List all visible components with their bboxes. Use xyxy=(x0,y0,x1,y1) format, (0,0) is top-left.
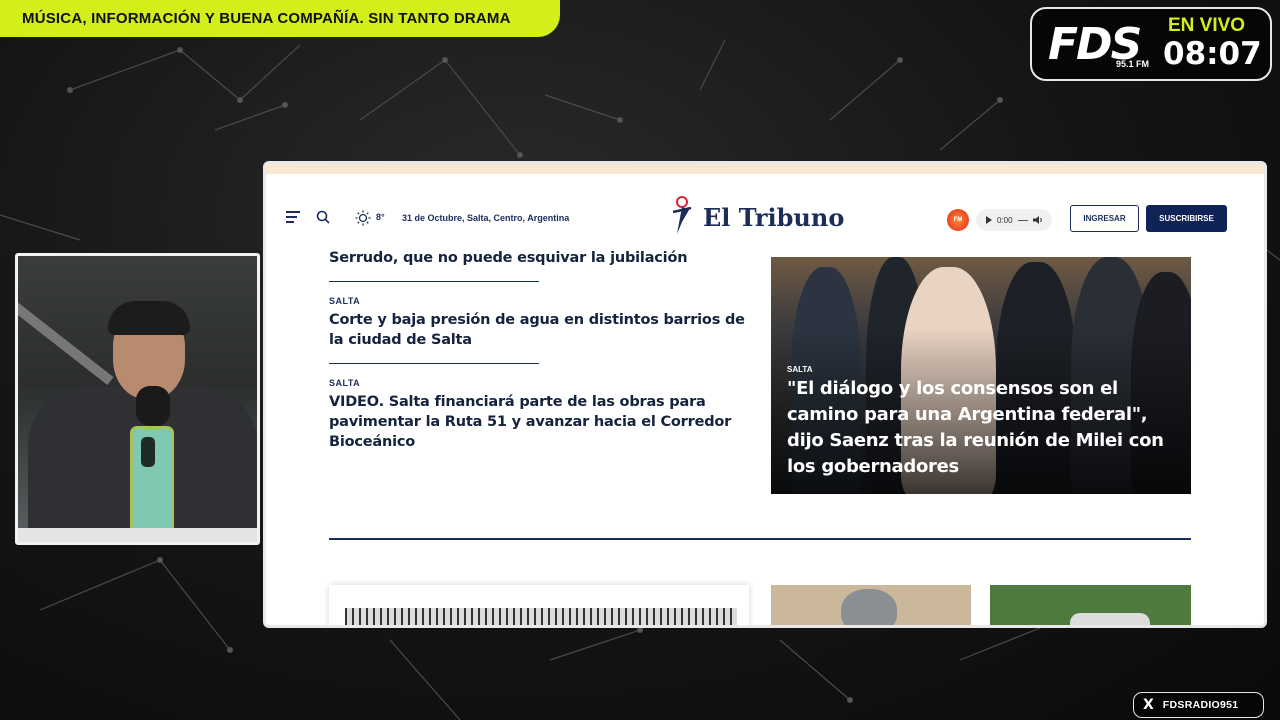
phone xyxy=(130,426,174,542)
article-title[interactable]: VIDEO. Salta financiará parte de las obr… xyxy=(329,392,754,452)
section-divider xyxy=(329,538,1191,540)
browser-screen: 8° 31 de Octubre, Salta, Centro, Argenti… xyxy=(263,161,1267,628)
player-time: 0:00 xyxy=(997,215,1013,225)
news-card[interactable] xyxy=(329,585,749,625)
station-logo-box: FDS 95.1 FM EN VIVO 08:07 xyxy=(1030,7,1272,81)
thumbnail-person xyxy=(841,589,897,625)
featured-article[interactable]: SALTA "El diálogo y los consensos son el… xyxy=(771,257,1191,494)
article-list: Serrudo, que no puede esquivar la jubila… xyxy=(329,248,754,452)
featured-title[interactable]: "El diálogo y los consensos son el camin… xyxy=(787,376,1177,480)
date-location: 31 de Octubre, Salta, Centro, Argentina xyxy=(402,213,570,223)
article-title[interactable]: Corte y baja presión de agua en distinto… xyxy=(329,310,754,350)
news-thumbnail[interactable] xyxy=(990,585,1191,625)
article-divider xyxy=(329,363,539,364)
news-card-image xyxy=(345,608,737,625)
temperature: 8° xyxy=(376,212,385,222)
audio-player[interactable]: 0:00 xyxy=(976,209,1052,231)
social-handle-box: X FDSRADIO951 xyxy=(1133,692,1264,718)
mic-arm xyxy=(18,297,114,385)
host-hair xyxy=(108,301,190,335)
desk xyxy=(18,528,257,542)
live-label: EN VIVO xyxy=(1168,15,1246,36)
thumbnail-car xyxy=(1070,613,1150,625)
featured-category[interactable]: SALTA xyxy=(787,365,812,374)
webcam-feed xyxy=(15,253,260,545)
microphone-icon xyxy=(136,386,170,426)
article-divider xyxy=(329,281,539,282)
article-category[interactable]: SALTA xyxy=(329,296,754,306)
player-progress[interactable] xyxy=(1017,219,1028,221)
news-thumbnail[interactable] xyxy=(771,585,971,625)
tagline-banner: MÚSICA, INFORMACIÓN Y BUENA COMPAÑÍA. SI… xyxy=(0,0,560,37)
el-tribuno-logo-icon[interactable] xyxy=(671,196,693,236)
article-category[interactable]: SALTA xyxy=(329,378,754,388)
search-icon[interactable] xyxy=(316,210,330,224)
browser-top-strip xyxy=(266,164,1264,174)
subscribe-button[interactable]: SUSCRIBIRSE xyxy=(1146,205,1227,232)
login-button[interactable]: INGRESAR xyxy=(1070,205,1139,232)
social-handle: FDSRADIO951 xyxy=(1162,699,1239,711)
tagline-text: MÚSICA, INFORMACIÓN Y BUENA COMPAÑÍA. SI… xyxy=(22,10,511,27)
volume-icon[interactable] xyxy=(1032,216,1043,224)
menu-icon[interactable] xyxy=(286,211,300,226)
phone-camera xyxy=(141,437,155,467)
radio-icon[interactable]: FM xyxy=(947,209,969,231)
article-title[interactable]: Serrudo, que no puede esquivar la jubila… xyxy=(329,248,754,268)
station-frequency: 95.1 FM xyxy=(1116,59,1150,69)
sun-icon xyxy=(355,210,371,226)
site-brand-name[interactable]: El Tribuno xyxy=(703,203,844,232)
x-icon: X xyxy=(1143,697,1154,713)
clock: 08:07 xyxy=(1163,36,1262,72)
play-icon[interactable] xyxy=(986,216,992,224)
